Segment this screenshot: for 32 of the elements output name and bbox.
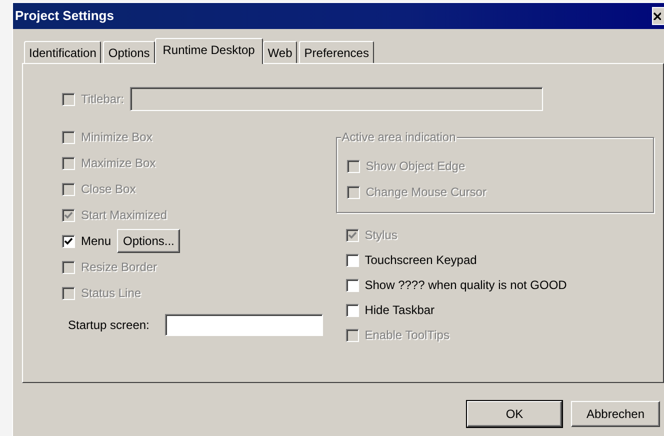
checkbox[interactable] bbox=[346, 279, 359, 292]
checkbox-label: Touchscreen Keypad bbox=[364, 253, 477, 268]
ok-button[interactable]: OK bbox=[467, 401, 562, 427]
tab[interactable]: Runtime Desktop bbox=[154, 38, 263, 64]
checkbox-label: Close Box bbox=[81, 182, 136, 196]
checkbox-label: Stylus bbox=[364, 228, 398, 243]
options-button[interactable]: Options... bbox=[117, 229, 180, 253]
checkbox-label: Start Maximized bbox=[81, 208, 168, 222]
close-button[interactable] bbox=[652, 7, 664, 25]
tab[interactable]: Web bbox=[262, 41, 298, 63]
checkbox[interactable] bbox=[62, 234, 75, 248]
startup-screen-field[interactable] bbox=[165, 314, 324, 336]
checkbox[interactable] bbox=[346, 304, 359, 317]
checkbox[interactable] bbox=[346, 254, 359, 267]
tab[interactable]: Options bbox=[103, 41, 155, 63]
checkbox-label: Maximize Box bbox=[81, 156, 156, 170]
checkbox-label: Show Object Edge bbox=[366, 158, 466, 174]
cancel-button[interactable]: Abbrechen bbox=[571, 401, 660, 427]
tab[interactable]: Preferences bbox=[299, 41, 374, 63]
checkbox-label: Status Line bbox=[81, 286, 142, 300]
checkbox-label: Resize Border bbox=[81, 260, 158, 274]
checkbox-label: Enable ToolTips bbox=[364, 328, 450, 343]
checkbox-label: Menu bbox=[81, 234, 112, 248]
checkbox-label: Hide Taskbar bbox=[364, 303, 435, 318]
window-title: Project Settings bbox=[15, 7, 114, 26]
checkbox-label: Show ???? when quality is not GOOD bbox=[364, 278, 567, 293]
checkbox-label: Change Mouse Cursor bbox=[366, 184, 486, 200]
checkbox-label: Minimize Box bbox=[81, 130, 152, 144]
close-icon bbox=[653, 12, 661, 20]
field-label: Startup screen: bbox=[68, 318, 150, 332]
tab[interactable]: Identification bbox=[24, 41, 102, 63]
checkbox-label: Titlebar: bbox=[81, 92, 124, 106]
